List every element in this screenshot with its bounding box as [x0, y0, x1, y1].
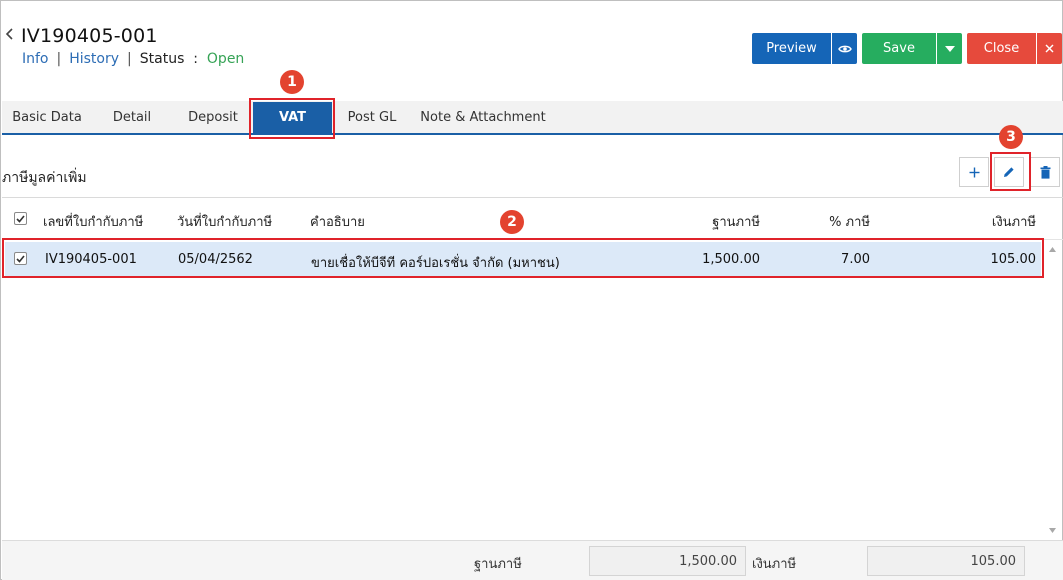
- footer-tax-amount-label: เงินภาษี: [752, 557, 797, 572]
- document-window: IV190405-001 Info | History | Status : Open …: [0, 0, 1063, 580]
- tab-deposit[interactable]: Deposit: [174, 101, 252, 133]
- tab-detail[interactable]: Detail: [97, 101, 167, 133]
- column-header-tax-amount[interactable]: เงินภาษี: [902, 211, 1036, 232]
- separator: |: [56, 51, 62, 67]
- step-callout-2: 2: [500, 210, 524, 234]
- tab-bar: Basic Data Detail Deposit VAT Post GL No…: [2, 101, 1063, 135]
- scroll-down-arrow-icon[interactable]: [1048, 526, 1057, 535]
- save-button[interactable]: Save: [862, 33, 936, 64]
- column-header-description[interactable]: คำอธิบาย: [310, 211, 365, 232]
- document-meta-links: Info | History | Status : Open: [22, 51, 244, 67]
- status-value: Open: [206, 51, 245, 67]
- tab-note-attachment[interactable]: Note & Attachment: [415, 101, 551, 133]
- highlight-box-selected-row: [2, 238, 1044, 278]
- table-header: เลขที่ใบกำกับภาษี วันที่ใบกำกับภาษี คำอธ…: [2, 198, 1063, 240]
- preview-button[interactable]: Preview: [752, 33, 831, 64]
- footer-tax-base-label: ฐานภาษี: [474, 557, 522, 572]
- info-link[interactable]: Info: [22, 51, 49, 67]
- status-label: Status: [139, 51, 185, 67]
- footer-tax-base-value: 1,500.00: [589, 546, 746, 576]
- tab-basic-data[interactable]: Basic Data: [5, 101, 89, 133]
- tab-post-gl[interactable]: Post GL: [338, 101, 406, 133]
- delete-button[interactable]: [1030, 157, 1060, 187]
- close-icon: [1045, 44, 1054, 53]
- status-colon: :: [193, 51, 198, 67]
- column-header-tax-base[interactable]: ฐานภาษี: [642, 211, 760, 232]
- preview-eye-button[interactable]: [832, 33, 857, 64]
- chevron-left-icon[interactable]: [5, 27, 15, 41]
- vertical-scrollbar[interactable]: [1045, 242, 1060, 539]
- footer-tax-amount-value: 105.00: [867, 546, 1025, 576]
- separator: |: [127, 51, 132, 67]
- column-header-tax-rate[interactable]: % ภาษี: [762, 211, 870, 232]
- step-callout-3: 3: [999, 125, 1023, 149]
- column-header-invoice-no[interactable]: เลขที่ใบกำกับภาษี: [43, 211, 143, 232]
- add-button[interactable]: [959, 157, 989, 187]
- highlight-box-vat-tab: [249, 98, 335, 139]
- history-link[interactable]: History: [69, 51, 119, 67]
- plus-icon: [969, 167, 979, 177]
- caret-down-icon: [944, 45, 955, 52]
- column-header-invoice-date[interactable]: วันที่ใบกำกับภาษี: [177, 211, 272, 232]
- scroll-up-arrow-icon[interactable]: [1048, 245, 1057, 254]
- highlight-box-edit-button: [990, 152, 1031, 191]
- close-x-button[interactable]: [1037, 33, 1062, 64]
- document-number: IV190405-001: [21, 25, 158, 47]
- section-title: ภาษีมูลค่าเพิ่ม: [2, 170, 87, 186]
- save-dropdown-button[interactable]: [937, 33, 962, 64]
- step-callout-1: 1: [280, 70, 304, 94]
- check-icon: [16, 214, 25, 223]
- totals-footer: ฐานภาษี 1,500.00 เงินภาษี 105.00: [2, 540, 1063, 580]
- eye-icon: [837, 45, 852, 52]
- close-button[interactable]: Close: [967, 33, 1036, 64]
- trash-icon: [1040, 165, 1050, 179]
- select-all-checkbox[interactable]: [14, 212, 27, 225]
